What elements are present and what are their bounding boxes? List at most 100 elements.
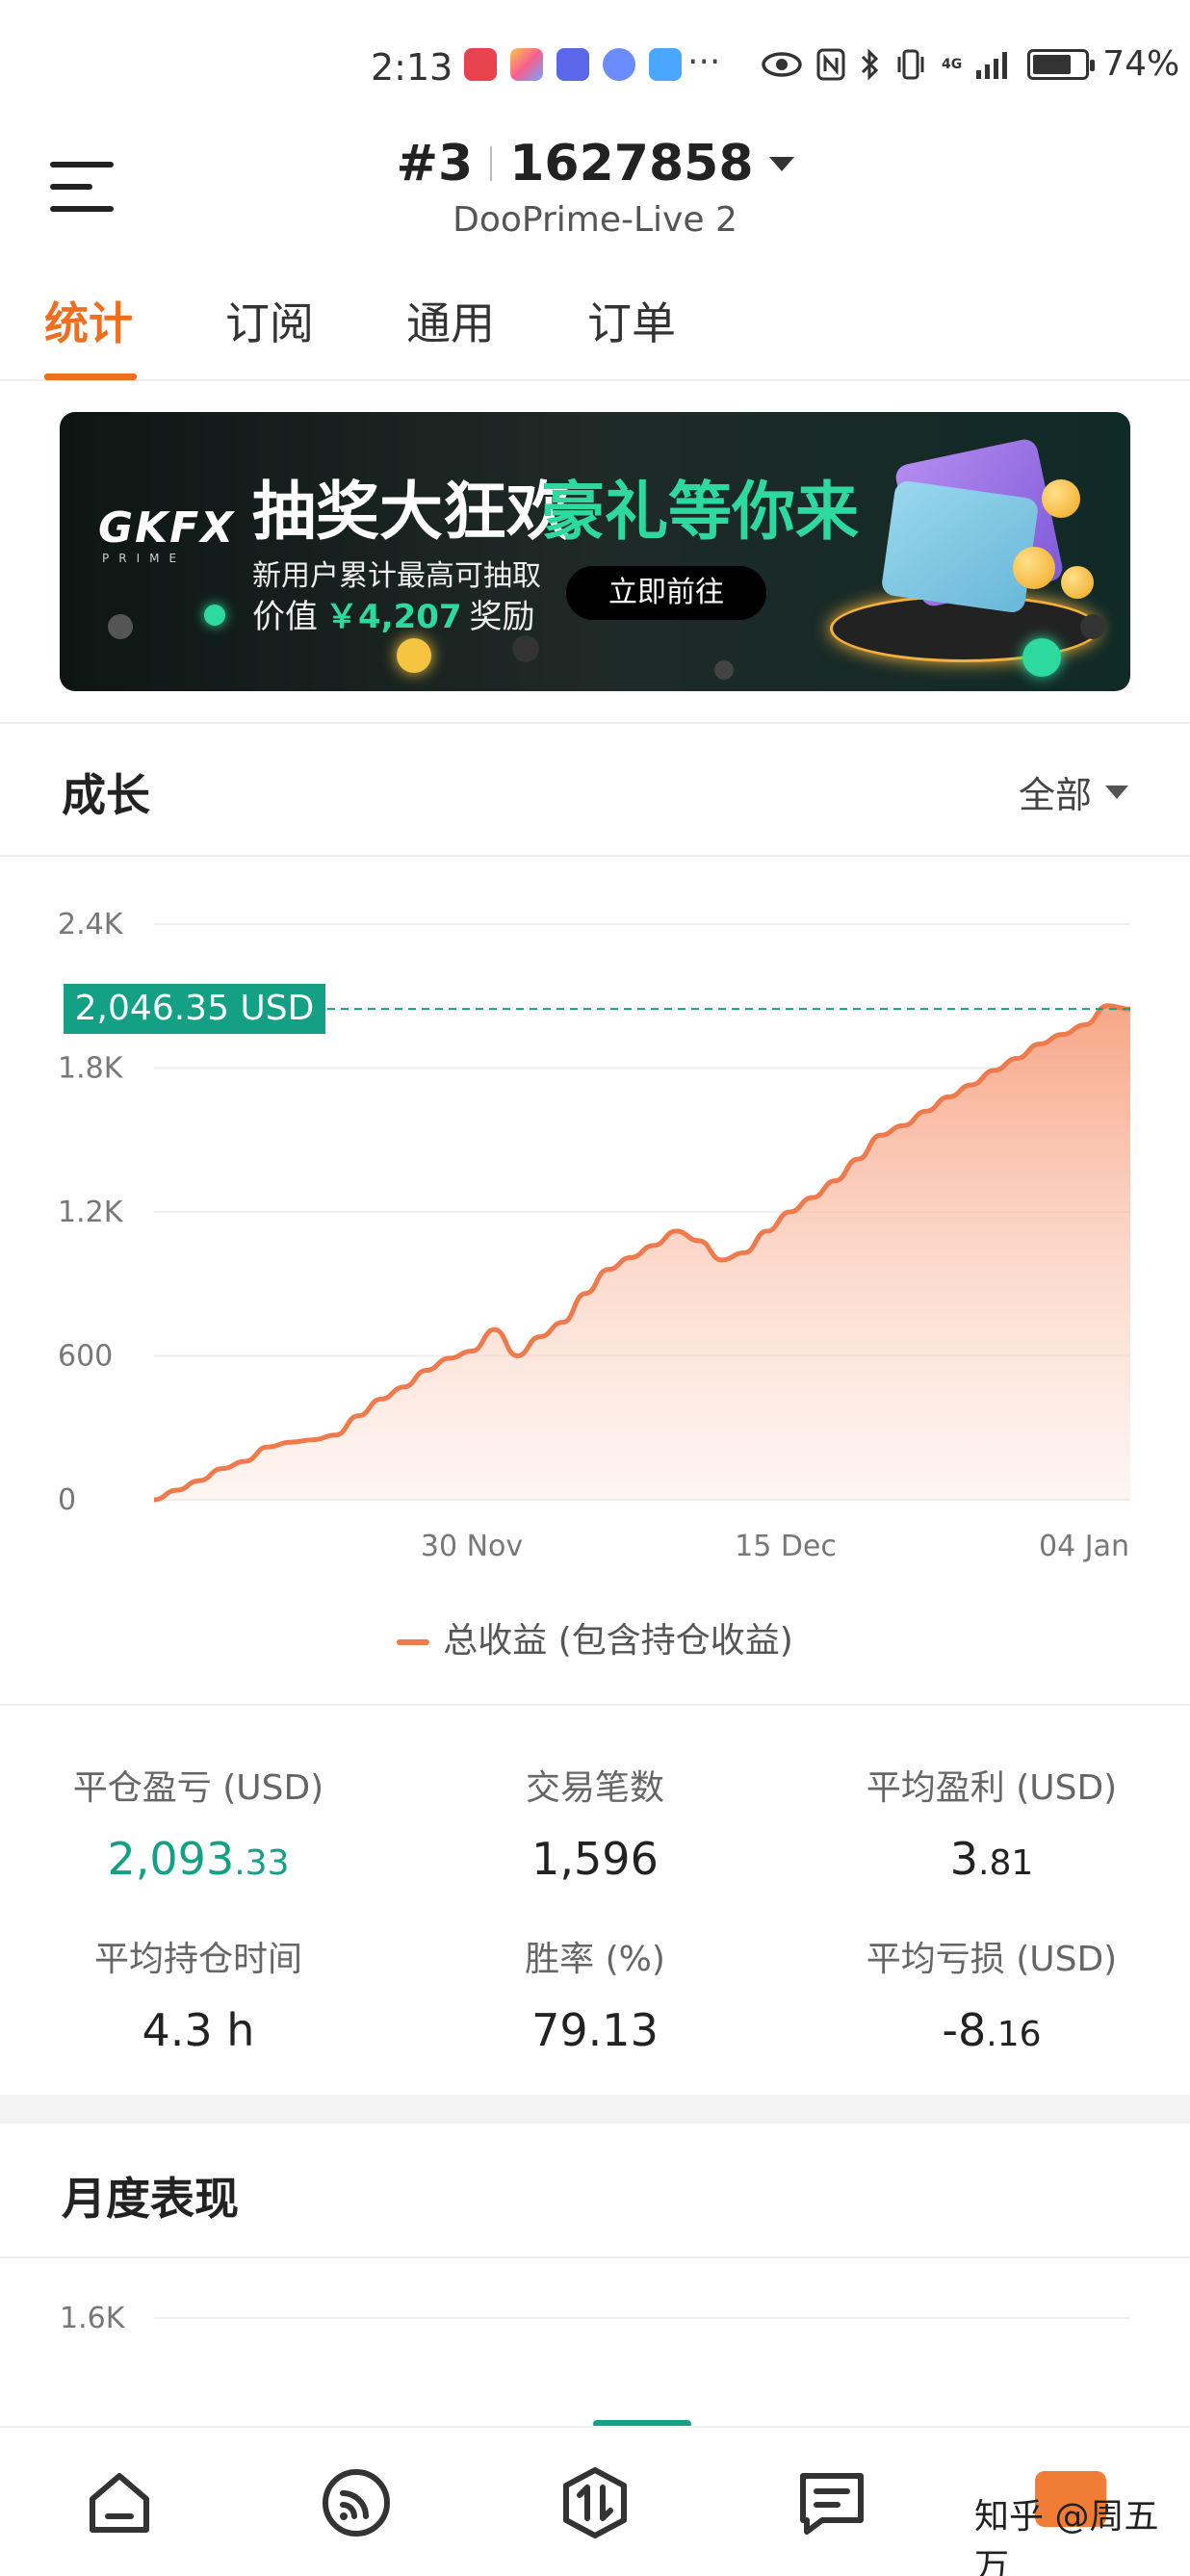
banner-logo-sub: PRIME [102, 552, 187, 565]
nav-trade[interactable] [556, 2464, 634, 2541]
decor-ball [108, 614, 133, 639]
signal-feed-icon [323, 2469, 390, 2537]
coin-icon [1013, 547, 1055, 589]
y-tick-label: 1.2K [58, 1196, 124, 1229]
stat-avg-profit: 平均盈利 (USD) 3.81 [793, 1760, 1190, 1885]
legend-swatch [397, 1639, 430, 1645]
decor-ball [714, 660, 734, 680]
section-gap [0, 2095, 1190, 2124]
stat-label: 平均持仓时间 [93, 1940, 302, 1979]
bottom-nav: 知乎 @周五万 [0, 2426, 1190, 2576]
tab-orders[interactable]: 订单 [587, 289, 676, 352]
music-app-icon [603, 48, 635, 81]
y-tick-label: 2.4K [58, 908, 124, 941]
legend-label: 总收益 (包含持仓收益) [443, 1621, 793, 1661]
app-header: #3 1627858 DooPrime-Live 2 [0, 135, 1190, 250]
nfc-icon [816, 48, 845, 80]
decor-ball [1080, 614, 1105, 639]
banner-headline-green: 豪礼等你来 [541, 475, 859, 549]
active-tab-indicator [44, 374, 137, 380]
y-tick-label: 600 [58, 1340, 113, 1374]
stat-avg-loss: 平均亏损 (USD) -8.16 [793, 1931, 1190, 2056]
status-system-icons: 4G 74% [761, 44, 1179, 84]
x-tick-label: 30 Nov [421, 1530, 523, 1563]
status-time: 2:13 [371, 46, 453, 89]
account-divider [490, 146, 493, 181]
stat-label: 胜率 (%) [525, 1940, 665, 1979]
nav-home[interactable] [81, 2464, 158, 2541]
stat-value: 2,093.33 [107, 1833, 290, 1885]
account-id: 1627858 [509, 135, 754, 193]
stat-label: 平仓盈亏 (USD) [72, 1768, 324, 1808]
stat-win-rate: 胜率 (%) 79.13 [397, 1931, 793, 2056]
watermark-text: 知乎 @周五万 [974, 2497, 1159, 2576]
coin-icon [1042, 479, 1080, 518]
monthly-chart-axis: 1.6K [60, 2302, 1130, 2335]
chevron-down-icon [1105, 785, 1128, 799]
banner-line2-suffix: 奖励 [469, 598, 535, 636]
range-filter-label: 全部 [1018, 774, 1092, 816]
banner-headline-white: 抽奖大狂欢 [252, 475, 570, 549]
monthly-y-tick: 1.6K [60, 2302, 126, 2335]
banner-line2: 价值 ￥4,207 奖励 [252, 590, 535, 637]
decor-ball [1022, 638, 1061, 677]
decor-card [880, 479, 1040, 614]
nav-signals[interactable] [318, 2464, 395, 2541]
banner-cta-button[interactable]: 立即前往 [566, 566, 766, 620]
decor-ball [204, 605, 225, 626]
stat-value: 79.13 [531, 2004, 659, 2056]
account-selector[interactable]: #3 1627858 DooPrime-Live 2 [0, 135, 1190, 240]
x-tick-label: 04 Jan [1039, 1530, 1129, 1563]
x-tick-label: 15 Dec [735, 1530, 837, 1563]
coin-icon [1061, 566, 1094, 599]
growth-chart-svg: 2.4K 1.8K 1.2K 600 0 30 Nov 15 Dec 04 Jan [58, 908, 1131, 1563]
decor-ball [397, 638, 431, 673]
trade-icon [563, 2467, 627, 2538]
stats-grid: 平仓盈亏 (USD) 2,093.33 交易笔数 1,596 平均盈利 (USD… [0, 1704, 1190, 2089]
chart-legend[interactable]: 总收益 (包含持仓收益) [0, 1612, 1190, 1662]
signal-icon [976, 51, 1008, 79]
stat-avg-hold-time: 平均持仓时间 4.3 h [0, 1931, 397, 2056]
decor-ball [512, 635, 539, 662]
stat-value: 3.81 [949, 1833, 1034, 1885]
battery-percent: 74% [1102, 44, 1180, 84]
account-server: DooPrime-Live 2 [453, 200, 737, 240]
growth-title: 成长 [62, 769, 150, 821]
stat-value: 1,596 [531, 1833, 659, 1885]
tab-bar: 统计 订阅 通用 订单 [0, 279, 1190, 381]
status-app-icons [464, 48, 682, 81]
chevron-down-icon[interactable] [768, 156, 794, 171]
tab-statistics[interactable]: 统计 [44, 289, 133, 352]
section-divider [0, 722, 1190, 724]
promo-banner[interactable]: GKFX PRIME 抽奖大狂欢 豪礼等你来 新用户累计最高可抽取 价值 ￥4,2… [60, 412, 1130, 691]
nav-news[interactable] [793, 2464, 870, 2541]
current-value-label: 2,046.35 USD [64, 984, 325, 1035]
eye-icon [762, 51, 802, 77]
stat-closed-pnl: 平仓盈亏 (USD) 2,093.33 [0, 1760, 397, 1885]
status-bar: 2:13 ··· 4G 74% [0, 0, 1190, 135]
section-divider [0, 855, 1190, 857]
vibrate-icon [897, 49, 924, 79]
app-notification-icon [464, 48, 497, 81]
tab-subscribe[interactable]: 订阅 [225, 289, 314, 352]
banner-line1: 新用户累计最高可抽取 [252, 559, 541, 593]
cloud-app-icon [649, 48, 682, 81]
more-notifications-icon: ··· [687, 42, 721, 82]
network-type: 4G [942, 56, 963, 72]
stat-label: 交易笔数 [525, 1768, 664, 1808]
app-notification-icon [556, 48, 589, 81]
stat-value: 4.3 h [142, 2004, 255, 2056]
account-rank: #3 [396, 135, 474, 193]
message-icon [800, 2473, 864, 2535]
stat-trade-count: 交易笔数 1,596 [397, 1760, 793, 1885]
growth-chart: 2.4K 1.8K 1.2K 600 0 30 Nov 15 Dec 04 Jan 2,046… [0, 866, 1190, 1598]
y-tick-label: 0 [58, 1483, 76, 1517]
range-filter-dropdown[interactable]: 全部 [1019, 765, 1128, 818]
home-icon [90, 2473, 149, 2533]
stat-value: -8.16 [942, 2004, 1042, 2056]
y-tick-label: 1.8K [58, 1052, 124, 1086]
stat-label: 平均盈利 (USD) [866, 1768, 1118, 1808]
battery-icon [1027, 48, 1096, 80]
app-notification-icon [510, 48, 543, 81]
tab-general[interactable]: 通用 [406, 289, 495, 352]
